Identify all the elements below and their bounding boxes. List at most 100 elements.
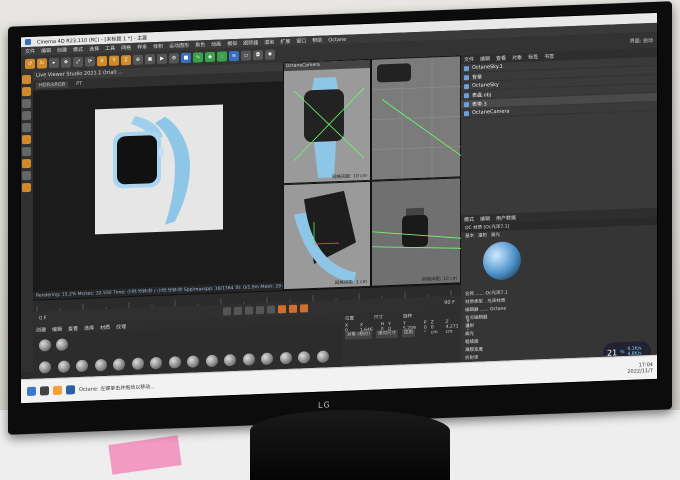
live-viewer-tool[interactable]: PT bbox=[76, 81, 82, 87]
move-icon[interactable]: ✥ bbox=[61, 57, 71, 68]
material-swatch[interactable] bbox=[316, 350, 329, 363]
attribute-header-item[interactable]: 模式 bbox=[464, 216, 474, 223]
camera-icon[interactable]: ◘ bbox=[253, 49, 263, 61]
menu-item[interactable]: 工具 bbox=[105, 45, 115, 52]
coordinate-field[interactable]: Z 0 cm bbox=[431, 320, 438, 335]
start-icon[interactable] bbox=[27, 386, 36, 397]
render-settings-icon[interactable]: ⚙ bbox=[169, 53, 179, 64]
material-swatch[interactable] bbox=[150, 356, 162, 370]
material-swatch[interactable] bbox=[298, 351, 310, 364]
go-to-start-icon[interactable] bbox=[222, 307, 231, 316]
material-swatch[interactable] bbox=[187, 355, 199, 368]
cube-icon[interactable]: ■ bbox=[181, 52, 191, 64]
menu-item[interactable]: 运动图形 bbox=[169, 42, 189, 50]
menu-item[interactable]: 模式 bbox=[73, 46, 83, 53]
axis-y-icon[interactable]: Y bbox=[109, 55, 119, 66]
viewport-side[interactable]: 网格间距: 10 cm bbox=[371, 177, 463, 287]
material-swatch[interactable] bbox=[39, 361, 51, 374]
menu-item[interactable]: 模拟 bbox=[227, 40, 237, 47]
menu-item[interactable]: 窗口 bbox=[296, 37, 306, 44]
attribute-header-item[interactable]: 用户数据 bbox=[496, 214, 516, 222]
viewport-perspective[interactable]: 网格间距: 1 cm bbox=[283, 180, 371, 291]
coordinate-field[interactable]: Z 4.271 cm bbox=[446, 319, 459, 335]
prev-key-icon[interactable] bbox=[233, 306, 242, 316]
object-manager-tab[interactable]: 查看 bbox=[496, 55, 506, 62]
object-manager-tab[interactable]: 文件 bbox=[464, 56, 474, 63]
menu-item[interactable]: 选择 bbox=[89, 45, 99, 52]
coord-system-icon[interactable]: ⊕ bbox=[133, 54, 143, 65]
material-swatch[interactable] bbox=[113, 358, 125, 371]
points-mode-icon[interactable] bbox=[22, 98, 31, 109]
solo-icon[interactable] bbox=[22, 182, 31, 193]
render-view-icon[interactable]: ▣ bbox=[145, 54, 155, 65]
cinema4d-icon[interactable] bbox=[66, 385, 75, 395]
material-swatch[interactable] bbox=[261, 352, 273, 366]
material-swatch[interactable] bbox=[57, 360, 70, 373]
uv-mode-icon[interactable] bbox=[22, 134, 31, 145]
coordinate-field[interactable]: B 0 ° bbox=[466, 319, 469, 334]
snap-icon[interactable] bbox=[22, 158, 31, 169]
menu-item[interactable]: 渲染 bbox=[264, 39, 274, 46]
menu-item[interactable]: 角色 bbox=[195, 41, 205, 48]
material-swatch[interactable] bbox=[224, 353, 236, 367]
coordinate-field[interactable]: P 0 ° bbox=[424, 321, 427, 336]
material-manager-tab[interactable]: 查看 bbox=[68, 325, 78, 332]
menu-item[interactable]: 帮助 bbox=[312, 37, 322, 44]
viewport-top[interactable] bbox=[371, 55, 463, 181]
material-swatch[interactable] bbox=[242, 353, 255, 366]
axis-x-icon[interactable]: X bbox=[97, 55, 107, 67]
make-editable-icon[interactable] bbox=[22, 74, 31, 85]
material-swatch[interactable] bbox=[131, 357, 144, 371]
light-icon[interactable]: ✺ bbox=[265, 49, 275, 60]
menu-item[interactable]: 网格 bbox=[121, 44, 131, 51]
material-swatch[interactable] bbox=[279, 351, 292, 365]
menu-item[interactable]: 编辑 bbox=[41, 47, 51, 54]
undo-icon[interactable]: ↺ bbox=[25, 58, 35, 70]
subdivision-icon[interactable]: ◆ bbox=[205, 51, 215, 63]
go-to-end-icon[interactable] bbox=[266, 305, 275, 314]
attribute-header-item[interactable]: 编辑 bbox=[480, 215, 490, 222]
frame-start[interactable]: 0 F bbox=[39, 315, 47, 321]
material-manager-tab[interactable]: 创建 bbox=[36, 326, 46, 333]
menu-item[interactable]: 样条 bbox=[137, 43, 147, 50]
floor-icon[interactable]: ▭ bbox=[241, 50, 251, 61]
axis-mode-icon[interactable] bbox=[22, 146, 31, 157]
scale-icon[interactable]: ⤢ bbox=[73, 56, 83, 68]
material-manager-tab[interactable]: 材质 bbox=[100, 324, 110, 331]
object-manager-tab[interactable]: 标签 bbox=[528, 53, 538, 60]
object-manager-tab[interactable]: 对象 bbox=[512, 54, 522, 61]
coordinate-button[interactable]: 应用 bbox=[401, 329, 415, 338]
attribute-tab[interactable]: 基本 bbox=[465, 233, 474, 239]
menu-item[interactable]: 体积 bbox=[153, 43, 163, 50]
file-explorer-icon[interactable] bbox=[53, 385, 62, 396]
material-swatch[interactable] bbox=[168, 356, 181, 369]
system-clock[interactable]: 17:04 2022/11/7 bbox=[627, 361, 653, 374]
auto-key-icon[interactable] bbox=[288, 304, 297, 313]
keyframe-icon[interactable] bbox=[299, 304, 308, 313]
search-icon[interactable] bbox=[40, 386, 49, 396]
edges-mode-icon[interactable] bbox=[22, 110, 31, 121]
material-swatch[interactable] bbox=[94, 358, 107, 372]
material-manager-tab[interactable]: 选择 bbox=[84, 324, 94, 331]
menu-item[interactable]: 文件 bbox=[25, 48, 35, 55]
menu-item[interactable]: 扩展 bbox=[280, 38, 290, 45]
attribute-tab[interactable]: 高光 bbox=[491, 232, 500, 238]
menu-item[interactable]: 创建 bbox=[57, 46, 67, 53]
next-key-icon[interactable] bbox=[255, 305, 264, 315]
layout-label[interactable]: 界面: 启动 bbox=[630, 36, 653, 44]
object-manager-tab[interactable]: 书签 bbox=[544, 53, 554, 60]
live-viewer-tool[interactable]: HDR/sRGB bbox=[36, 81, 69, 89]
axis-z-icon[interactable]: Z bbox=[121, 55, 131, 66]
coordinate-field[interactable]: H 0 ° bbox=[381, 322, 384, 337]
viewport-camera[interactable]: OctaneCamera 网格间距: 10 cm bbox=[283, 58, 371, 185]
menu-item[interactable]: 跟踪器 bbox=[243, 39, 258, 47]
spline-icon[interactable]: ∿ bbox=[193, 52, 203, 63]
material-manager-tab[interactable]: 编辑 bbox=[52, 326, 62, 333]
render-icon[interactable]: ▶ bbox=[157, 53, 167, 65]
select-icon[interactable]: ▸ bbox=[49, 57, 59, 69]
workplane-icon[interactable] bbox=[22, 170, 31, 181]
rotate-icon[interactable]: ⟳ bbox=[85, 56, 95, 67]
frame-end[interactable]: 90 F bbox=[444, 300, 455, 306]
material-swatch[interactable] bbox=[39, 339, 51, 352]
model-mode-icon[interactable] bbox=[22, 86, 31, 97]
